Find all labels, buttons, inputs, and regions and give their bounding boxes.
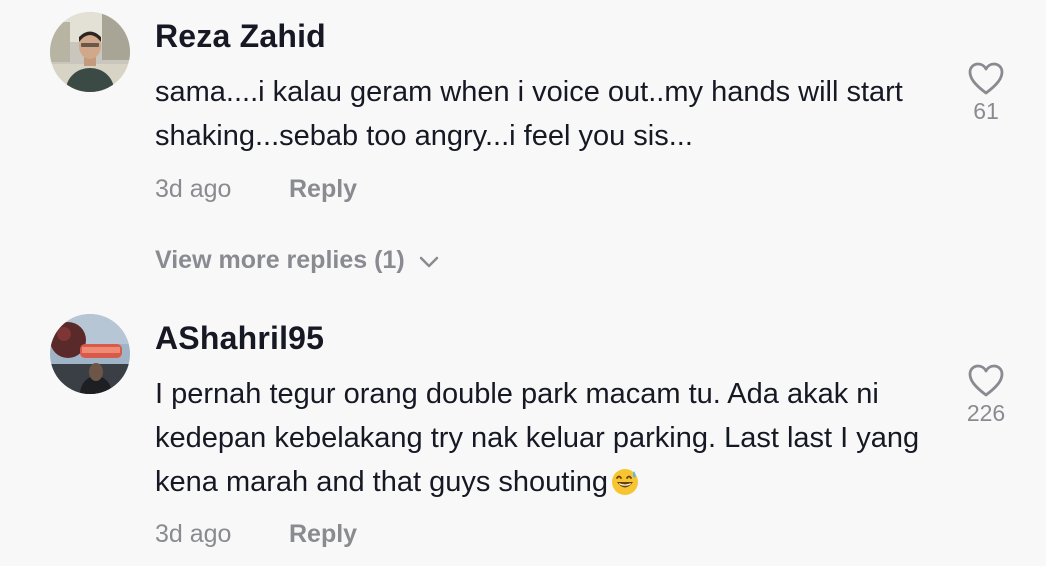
like-button[interactable]: 226 — [955, 364, 1017, 427]
like-count: 226 — [966, 400, 1006, 426]
comment-list: Reza Zahid sama....i kalau geram when i … — [0, 0, 1046, 566]
heart-icon — [968, 364, 1004, 397]
avatar[interactable] — [50, 314, 130, 394]
comment-timestamp: 3d ago — [155, 520, 232, 548]
user-avatar-photo-icon — [50, 314, 130, 394]
comment-username[interactable]: AShahril95 — [155, 320, 324, 357]
grinning-sweat-emoji-icon — [610, 466, 640, 510]
reply-button[interactable]: Reply — [289, 520, 357, 548]
comment-text: I pernah tegur orang double park macam t… — [155, 372, 945, 510]
comment-item: AShahril95 I pernah tegur orang double p… — [0, 0, 1046, 566]
comment-text-body: I pernah tegur orang double park macam t… — [155, 378, 920, 498]
comment-meta: 3d ago Reply — [155, 520, 357, 549]
